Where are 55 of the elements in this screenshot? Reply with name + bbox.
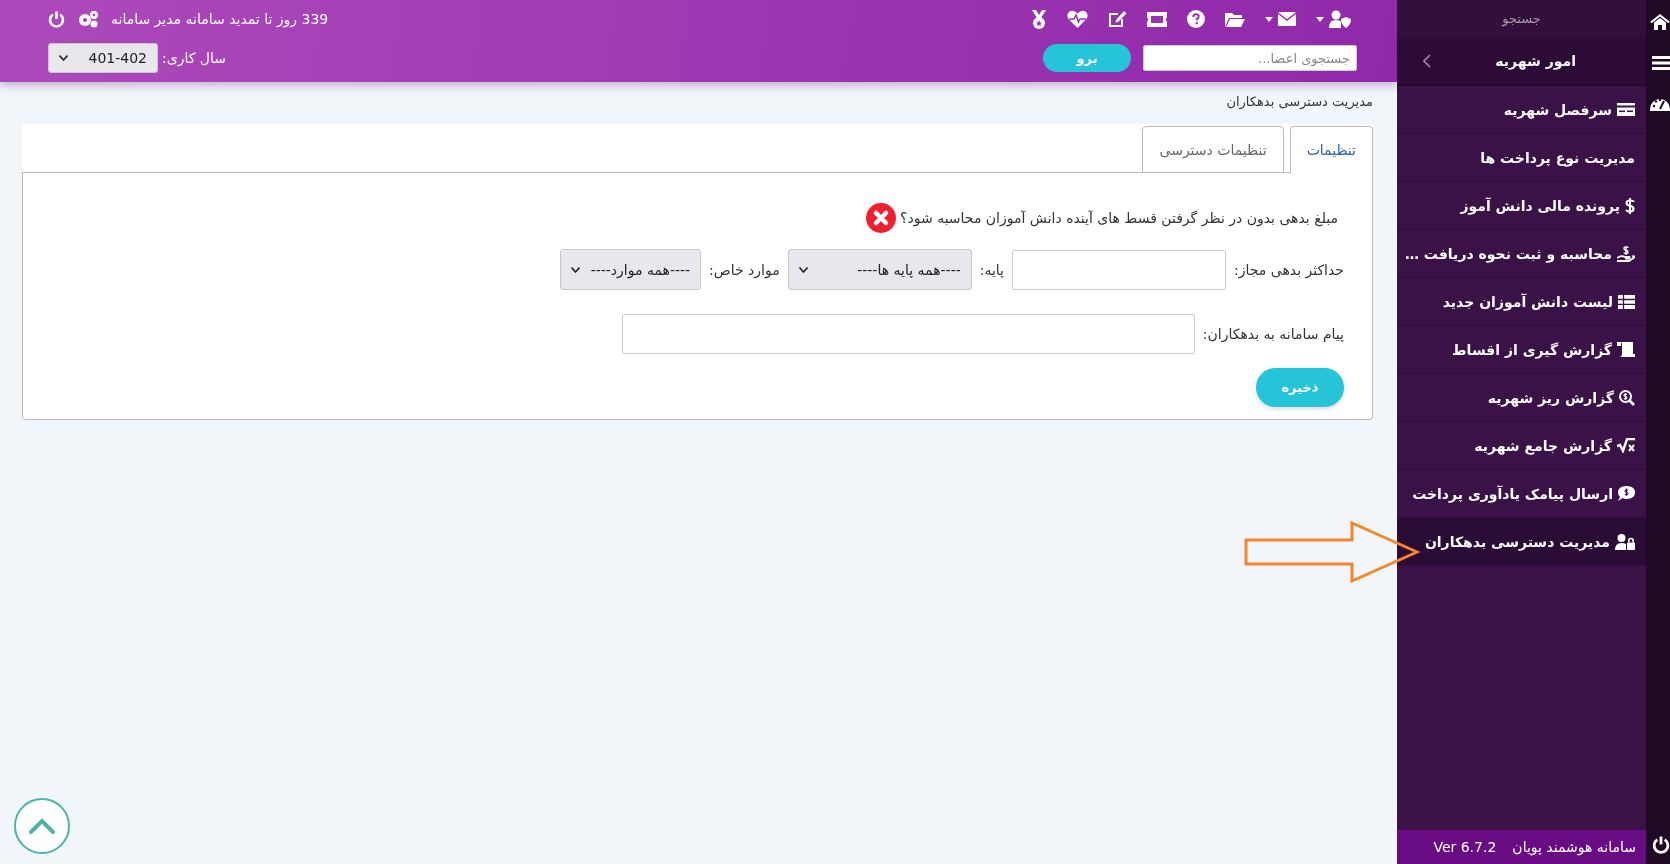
caret-icon [59, 55, 68, 61]
card-icon [1617, 103, 1635, 116]
special-cases-label: موارد خاص: [709, 261, 780, 278]
section-title: امور شهریه [1495, 53, 1576, 69]
caret-icon [798, 266, 808, 273]
version-text: Ver 6.7.2 [1433, 839, 1497, 855]
caret-icon [571, 266, 581, 273]
message-field[interactable] [621, 314, 1195, 354]
year-select[interactable]: 401-402 [48, 43, 158, 73]
year-label: سال کاری: [162, 50, 226, 66]
gauge-icon[interactable] [1650, 96, 1670, 111]
square-root-icon [1617, 438, 1635, 453]
power-icon[interactable] [1652, 836, 1670, 854]
hand-coin-icon [1617, 245, 1635, 262]
question-text: مبلغ بدهی بدون در نظر گرفتن قسط های آینده دانش آموزان محاسبه شود؟ [900, 210, 1338, 226]
sidebar-item[interactable]: گزارش گیری از اقساط [1397, 326, 1646, 374]
max-debt-field[interactable] [1012, 249, 1226, 290]
ticket-icon[interactable] [1147, 11, 1167, 27]
subscription-text: 339 روز تا تمدید سامانه مدیر سامانه [111, 11, 329, 27]
caret-icon[interactable] [1265, 16, 1273, 22]
page-title: مدیریت دسترسی بدهکاران [1225, 94, 1373, 109]
table-icon [1618, 294, 1635, 309]
special-cases-select[interactable]: ----همه موارد---- [560, 249, 702, 290]
user-shield-icon[interactable] [1329, 10, 1351, 28]
scroll-icon [1617, 342, 1635, 357]
caret-icon[interactable] [1316, 16, 1324, 22]
chevron-up-icon [29, 818, 55, 834]
menu-icon[interactable] [1652, 56, 1670, 70]
product-name: سامانه هوشمند پویان [1512, 839, 1636, 855]
section-header[interactable]: امور شهریه [1397, 37, 1646, 86]
search-field[interactable]: جستجوی اعضا... [1143, 45, 1357, 71]
tab[interactable]: تنظیمات دسترسی [1142, 126, 1284, 173]
tab[interactable]: تنظیمات [1289, 126, 1373, 173]
search-dollar-icon [1619, 389, 1635, 406]
home-icon[interactable] [1650, 14, 1670, 30]
chat-bubble-icon [1618, 486, 1635, 501]
sidebar-item[interactable]: سرفصل شهریه [1397, 86, 1646, 134]
folder-icon[interactable] [1225, 11, 1245, 27]
dollar-icon [1625, 197, 1635, 214]
sidebar-item[interactable]: مدیریت دسترسی بدهکاران [1397, 518, 1646, 566]
message-label: پیام سامانه به بدهکاران: [1202, 326, 1344, 342]
sidebar-item[interactable]: لیست دانش آموزان جدید [1397, 278, 1646, 326]
chevron-left-icon [1423, 54, 1431, 68]
cross-toggle-icon[interactable] [866, 203, 897, 233]
heart-pulse-icon[interactable] [1067, 10, 1088, 28]
gears-icon[interactable] [77, 10, 99, 28]
medal-icon[interactable] [1031, 9, 1047, 29]
edit-icon[interactable] [1108, 10, 1127, 28]
user-lock-icon [1615, 533, 1635, 550]
max-debt-label: حداکثر بدهی مجاز: [1234, 261, 1344, 278]
help-icon[interactable] [1187, 10, 1205, 28]
sidebar-search[interactable]: جستجو [1397, 0, 1646, 37]
grade-label: پایه: [979, 261, 1004, 278]
envelope-icon[interactable] [1278, 12, 1296, 26]
grade-select[interactable]: ----همه پایه ها---- [787, 249, 972, 290]
